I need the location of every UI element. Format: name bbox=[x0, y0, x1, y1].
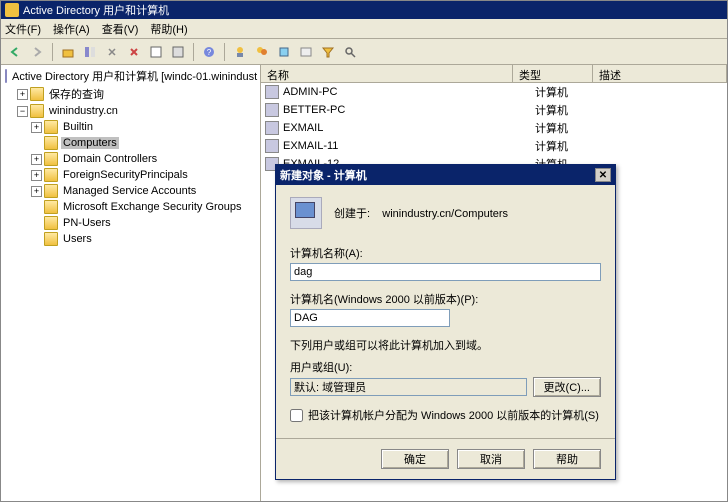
tool-icon-3[interactable] bbox=[274, 42, 294, 62]
ad-root-icon bbox=[5, 69, 7, 83]
expander-icon[interactable]: − bbox=[17, 106, 28, 117]
computer-name-input[interactable] bbox=[290, 263, 601, 281]
help-button[interactable]: 帮助 bbox=[533, 449, 601, 469]
menu-action[interactable]: 操作(A) bbox=[53, 21, 90, 37]
tool-icon-2[interactable] bbox=[252, 42, 272, 62]
tree-domain-controllers[interactable]: + Domain Controllers bbox=[3, 151, 258, 167]
toolbar: ? bbox=[1, 39, 727, 65]
svg-text:?: ? bbox=[207, 48, 212, 57]
tree-fsp[interactable]: + ForeignSecurityPrincipals bbox=[3, 167, 258, 183]
tree-users[interactable]: Users bbox=[3, 231, 258, 247]
computer-large-icon bbox=[290, 197, 322, 229]
list-item[interactable]: BETTER-PC 计算机 bbox=[261, 101, 727, 119]
folder-icon bbox=[44, 120, 58, 134]
title-bar: Active Directory 用户和计算机 bbox=[1, 1, 727, 19]
tree-msa[interactable]: + Managed Service Accounts bbox=[3, 183, 258, 199]
prewin-name-input[interactable] bbox=[290, 309, 450, 327]
tree-saved-queries[interactable]: + 保存的查询 bbox=[3, 85, 258, 103]
computer-icon bbox=[265, 103, 279, 117]
expander-icon[interactable]: + bbox=[17, 89, 28, 100]
filter-button[interactable] bbox=[318, 42, 338, 62]
folder-icon bbox=[44, 152, 58, 166]
forward-button[interactable] bbox=[27, 42, 47, 62]
up-button[interactable] bbox=[58, 42, 78, 62]
folder-icon bbox=[44, 216, 58, 230]
tree-root[interactable]: Active Directory 用户和计算机 [windc-01.winind… bbox=[3, 67, 258, 85]
cut-button[interactable] bbox=[102, 42, 122, 62]
col-desc-header[interactable]: 描述 bbox=[593, 65, 727, 82]
search-button[interactable] bbox=[340, 42, 360, 62]
list-item[interactable]: EXMAIL 计算机 bbox=[261, 119, 727, 137]
show-hide-button[interactable] bbox=[80, 42, 100, 62]
prewin-name-label: 计算机名(Windows 2000 以前版本)(P): bbox=[290, 291, 601, 307]
window-title: Active Directory 用户和计算机 bbox=[23, 2, 169, 18]
checkbox-label: 把该计算机帐户分配为 Windows 2000 以前版本的计算机(S) bbox=[308, 407, 599, 423]
dialog-title: 新建对象 - 计算机 bbox=[280, 167, 367, 183]
folder-icon bbox=[44, 232, 58, 246]
dialog-body: 创建于: winindustry.cn/Computers 计算机名称(A): … bbox=[276, 185, 615, 438]
join-desc-text: 下列用户或组可以将此计算机加入到域。 bbox=[290, 337, 601, 353]
computer-icon bbox=[265, 139, 279, 153]
list-item[interactable]: EXMAIL-11 计算机 bbox=[261, 137, 727, 155]
tree-panel[interactable]: Active Directory 用户和计算机 [windc-01.winind… bbox=[1, 65, 261, 501]
folder-icon bbox=[44, 184, 58, 198]
app-icon bbox=[5, 3, 19, 17]
domain-icon bbox=[30, 104, 44, 118]
prewin-checkbox[interactable] bbox=[290, 409, 303, 422]
folder-icon bbox=[44, 168, 58, 182]
menu-help[interactable]: 帮助(H) bbox=[150, 21, 187, 37]
menu-view[interactable]: 查看(V) bbox=[102, 21, 139, 37]
new-object-dialog: 新建对象 - 计算机 ✕ 创建于: winindustry.cn/Compute… bbox=[275, 164, 616, 480]
list-header: 名称 类型 描述 bbox=[261, 65, 727, 83]
folder-icon bbox=[44, 200, 58, 214]
tool-icon-4[interactable] bbox=[296, 42, 316, 62]
list-item[interactable]: ADMIN-PC 计算机 bbox=[261, 83, 727, 101]
help-button[interactable]: ? bbox=[199, 42, 219, 62]
expander-icon[interactable]: + bbox=[31, 186, 42, 197]
expander-icon[interactable]: + bbox=[31, 122, 42, 133]
tree-computers[interactable]: Computers bbox=[3, 135, 258, 151]
expander-icon[interactable]: + bbox=[31, 154, 42, 165]
back-button[interactable] bbox=[5, 42, 25, 62]
tool-icon-1[interactable] bbox=[230, 42, 250, 62]
col-type-header[interactable]: 类型 bbox=[513, 65, 593, 82]
dialog-title-bar[interactable]: 新建对象 - 计算机 ✕ bbox=[276, 165, 615, 185]
refresh-button[interactable] bbox=[168, 42, 188, 62]
properties-button[interactable] bbox=[146, 42, 166, 62]
usergroup-label: 用户或组(U): bbox=[290, 359, 601, 375]
tree-pnusers[interactable]: PN-Users bbox=[3, 215, 258, 231]
tree-builtin[interactable]: + Builtin bbox=[3, 119, 258, 135]
cancel-button[interactable]: 取消 bbox=[457, 449, 525, 469]
folder-icon bbox=[30, 87, 44, 101]
dialog-buttons: 确定 取消 帮助 bbox=[276, 438, 615, 479]
tree-mesg[interactable]: Microsoft Exchange Security Groups bbox=[3, 199, 258, 215]
close-icon[interactable]: ✕ bbox=[595, 168, 611, 182]
expander-icon[interactable]: + bbox=[31, 170, 42, 181]
delete-button[interactable] bbox=[124, 42, 144, 62]
col-name-header[interactable]: 名称 bbox=[261, 65, 513, 82]
usergroup-value: 默认: 域管理员 bbox=[290, 378, 527, 396]
computer-icon bbox=[265, 121, 279, 135]
folder-icon bbox=[44, 136, 58, 150]
tree-domain[interactable]: − winindustry.cn bbox=[3, 103, 258, 119]
computer-name-label: 计算机名称(A): bbox=[290, 245, 601, 261]
menu-file[interactable]: 文件(F) bbox=[5, 21, 41, 37]
change-button[interactable]: 更改(C)... bbox=[533, 377, 601, 397]
created-in-value: winindustry.cn/Computers bbox=[382, 208, 508, 220]
menu-bar: 文件(F) 操作(A) 查看(V) 帮助(H) bbox=[1, 19, 727, 39]
ok-button[interactable]: 确定 bbox=[381, 449, 449, 469]
computer-icon bbox=[265, 85, 279, 99]
created-in-label: 创建于: bbox=[334, 208, 370, 220]
